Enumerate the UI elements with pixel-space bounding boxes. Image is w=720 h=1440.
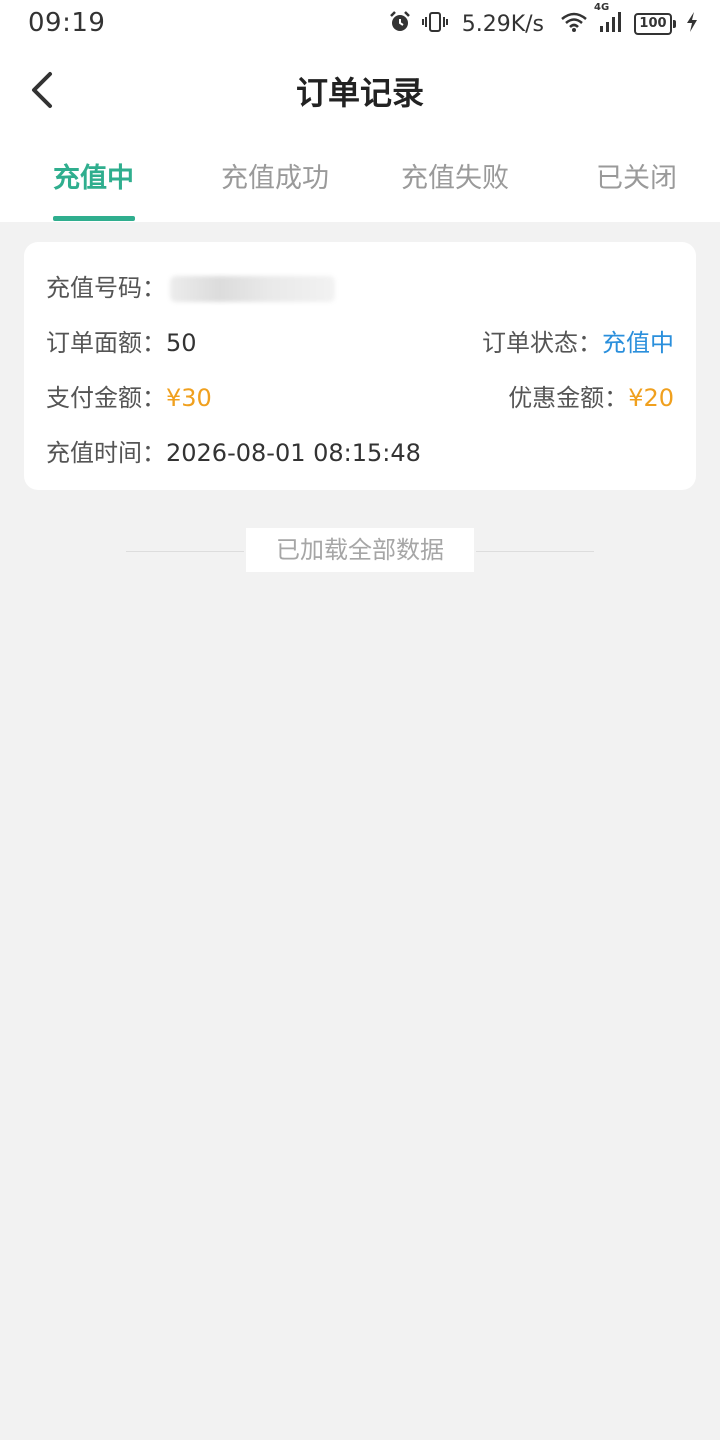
tab-recharge-success[interactable]: 充值成功 <box>221 156 329 195</box>
status-time: 09:19 <box>28 8 106 38</box>
loaded-all-text: 已加载全部数据 <box>246 528 474 572</box>
order-row-amounts: 支付金额：¥30 优惠金额：¥20 <box>46 378 674 414</box>
status-label: 订单状态： <box>482 329 602 357</box>
battery-level: 100 <box>634 13 672 35</box>
list-end-indicator: 已加载全部数据 <box>126 528 594 572</box>
order-card[interactable]: 充值号码： 订单面额：50 订单状态：充值中 支付金额：¥30 优惠金额：¥20… <box>24 242 696 490</box>
discount-amount: ¥20 <box>628 384 674 412</box>
pay-amount-label: 支付金额： <box>46 384 166 412</box>
signal-type: 4G <box>594 2 610 13</box>
page-title: 订单记录 <box>295 74 424 112</box>
recharge-time-label: 充值时间： <box>46 439 166 467</box>
tab-recharge-failed[interactable]: 充值失败 <box>401 156 509 195</box>
order-status: 订单状态：充值中 <box>482 323 674 358</box>
app-header: 订单记录 <box>0 50 720 130</box>
battery-icon: 100 <box>634 13 676 35</box>
divider-right <box>476 551 594 552</box>
order-row-face-status: 订单面额：50 订单状态：充值中 <box>46 323 674 359</box>
alarm-icon <box>388 10 412 38</box>
tab-recharging[interactable]: 充值中 <box>53 156 134 195</box>
wifi-icon <box>560 11 588 37</box>
signal-icon: 4G <box>594 2 624 38</box>
order-status-tabs: 充值中 充值成功 充值失败 已关闭 <box>0 130 720 222</box>
order-row-phone: 充值号码： <box>46 268 674 304</box>
status-value: 充值中 <box>602 329 674 357</box>
pay-amount: ¥30 <box>166 384 212 412</box>
status-bar: 09:19 5.29K/s 4G 100 <box>0 0 720 50</box>
tab-closed[interactable]: 已关闭 <box>596 156 677 195</box>
order-row-time: 充值时间：2026-08-01 08:15:48 <box>46 433 674 469</box>
face-value: 50 <box>166 329 197 357</box>
charging-icon <box>686 11 698 37</box>
phone-label: 充值号码： <box>46 274 166 302</box>
discount-label: 优惠金额： <box>508 384 629 412</box>
vibrate-icon <box>421 10 448 38</box>
face-value-label: 订单面额： <box>46 329 166 357</box>
discount: 优惠金额：¥20 <box>508 378 674 413</box>
status-icons: 5.29K/s 4G 100 <box>388 2 698 40</box>
masked-phone-number <box>170 276 335 302</box>
divider-left <box>126 551 244 552</box>
network-speed: 5.29K/s <box>461 11 544 37</box>
active-tab-indicator <box>53 216 135 221</box>
recharge-time: 2026-08-01 08:15:48 <box>166 439 421 467</box>
